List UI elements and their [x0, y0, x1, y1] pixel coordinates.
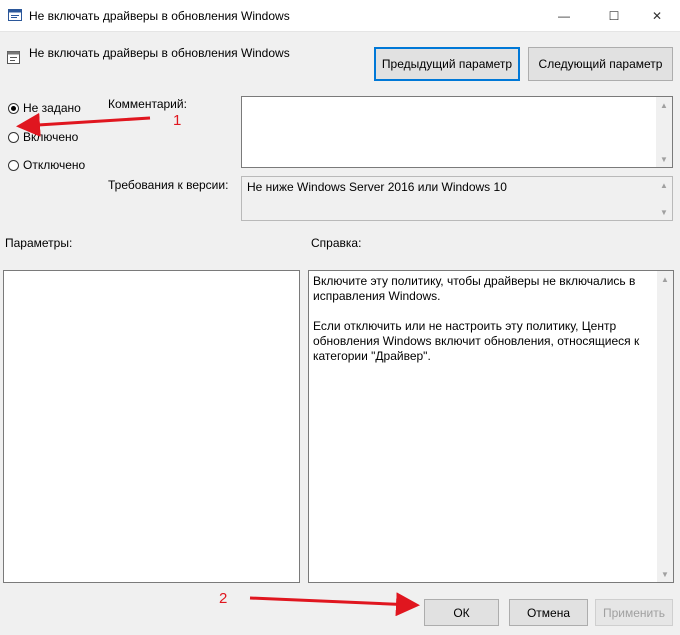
- arrow-to-ok-button: [249, 592, 420, 617]
- arrow-to-not-configured: [16, 112, 151, 137]
- annotation-arrows: [16, 112, 420, 617]
